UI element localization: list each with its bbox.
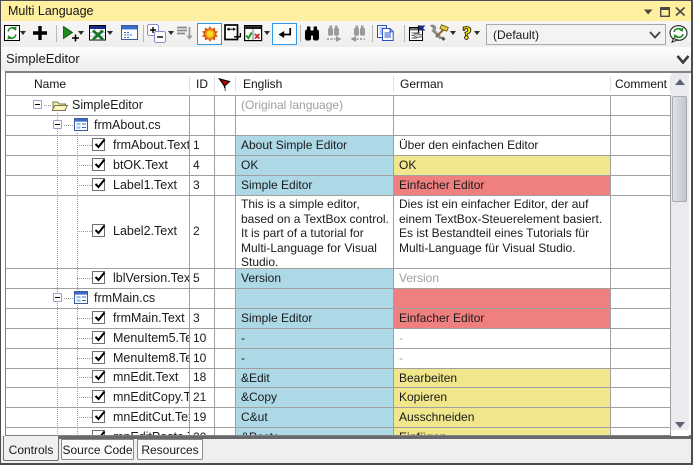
svg-text:?: ?: [463, 24, 472, 43]
